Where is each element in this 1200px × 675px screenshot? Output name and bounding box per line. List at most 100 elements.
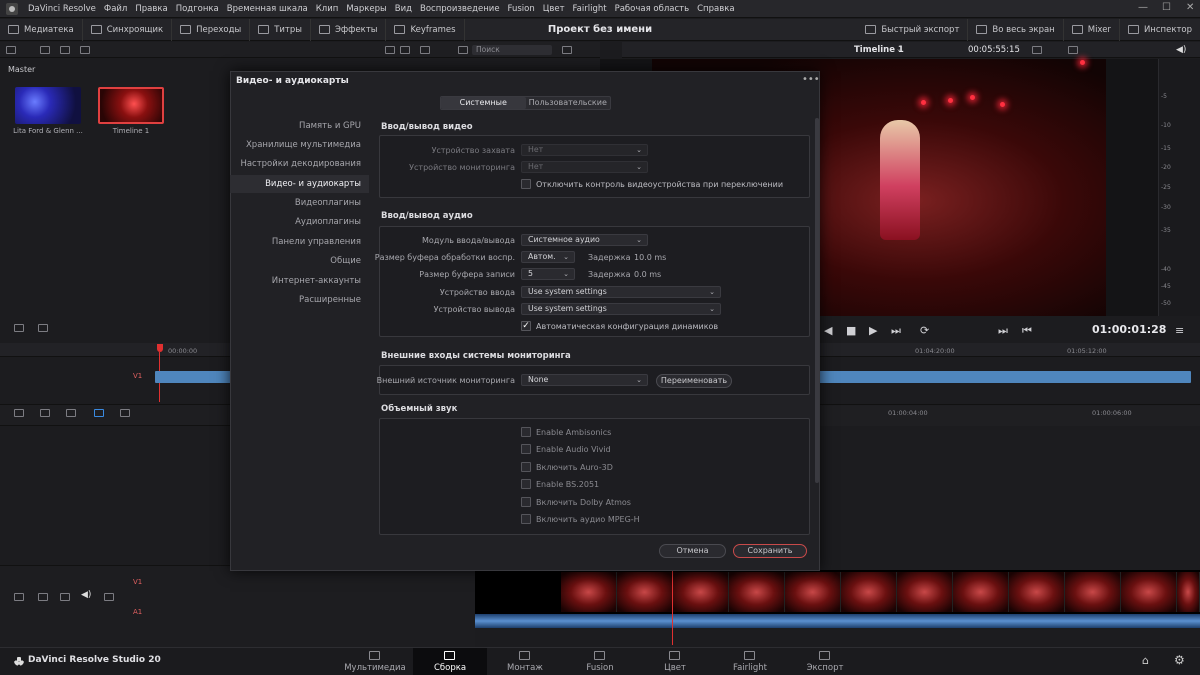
list-view-icon[interactable] — [420, 46, 430, 54]
page-cut[interactable]: Сборка — [413, 648, 487, 675]
menu-fairlight[interactable]: Fairlight — [569, 4, 611, 14]
loop-icon[interactable]: ⟳ — [920, 324, 929, 337]
input-device-select[interactable]: Use system settings ⌄ — [521, 286, 721, 298]
maximize-icon[interactable]: ☐ — [1162, 2, 1171, 13]
save-button[interactable]: Сохранить — [733, 544, 807, 558]
search-icon[interactable] — [458, 46, 468, 54]
volume-icon[interactable]: ◀) — [1176, 45, 1186, 55]
dolby-atmos-checkbox[interactable] — [521, 497, 531, 507]
chevron-down-icon[interactable]: ⌄ — [896, 45, 902, 53]
prev-edit-icon[interactable]: ⏮ — [1022, 324, 1032, 338]
menu-markers[interactable]: Маркеры — [342, 4, 390, 14]
play-reverse-icon[interactable]: ◀ — [824, 324, 832, 337]
mpeg-h-checkbox[interactable] — [521, 514, 531, 524]
cancel-button[interactable]: Отмена — [659, 544, 726, 558]
menu-help[interactable]: Справка — [693, 4, 738, 14]
auro-3d-checkbox[interactable] — [521, 462, 531, 472]
play-icon[interactable]: ▶ — [869, 324, 877, 337]
panel-toggle-icon[interactable] — [6, 46, 16, 54]
monitor-icon[interactable] — [104, 593, 114, 601]
audio-waveform[interactable] — [475, 614, 1200, 628]
menu-app-name[interactable]: DaVinci Resolve — [24, 4, 100, 14]
timeline-ruler-lower[interactable] — [820, 406, 1200, 426]
menu-clip[interactable]: Клип — [312, 4, 343, 14]
menu-icon[interactable]: ≡ — [1175, 324, 1184, 337]
menu-trim[interactable]: Подгонка — [172, 4, 223, 14]
menu-edit[interactable]: Правка — [131, 4, 171, 14]
sort-icon[interactable] — [562, 46, 572, 54]
page-edit[interactable]: Монтаж — [488, 648, 562, 675]
next-clip-icon[interactable]: ⏭ — [891, 324, 901, 338]
thumbnail-view-icon[interactable] — [400, 46, 410, 54]
timeline-thumbnail[interactable] — [98, 87, 164, 124]
headphones-icon[interactable] — [60, 593, 70, 601]
nav-video-plugins[interactable]: Видеоплагины — [295, 198, 361, 208]
tab-system[interactable]: Системные — [441, 97, 526, 109]
bs2051-checkbox[interactable] — [521, 479, 531, 489]
nav-media-storage[interactable]: Хранилище мультимедиа — [246, 140, 361, 150]
auto-speaker-checkbox[interactable]: ✓ — [521, 321, 531, 331]
link-icon[interactable] — [14, 593, 24, 601]
new-bin-icon[interactable] — [60, 46, 70, 54]
audio-vivid-checkbox[interactable] — [521, 444, 531, 454]
next-edit-icon[interactable]: ⏭ — [998, 324, 1008, 338]
mixer-button[interactable]: Mixer — [1064, 18, 1120, 41]
record-buffer-select[interactable]: 5 ⌄ — [521, 268, 575, 280]
stop-icon[interactable]: ■ — [846, 324, 856, 337]
home-icon[interactable]: ⌂ — [1142, 654, 1149, 667]
nav-memory-gpu[interactable]: Память и GPU — [299, 121, 361, 131]
menu-playback[interactable]: Воспроизведение — [416, 4, 504, 14]
menu-fusion[interactable]: Fusion — [504, 4, 539, 14]
playback-buffer-select[interactable]: Автом. ⌄ — [521, 251, 575, 263]
ambisonics-checkbox[interactable] — [521, 427, 531, 437]
import-icon[interactable] — [40, 46, 50, 54]
media-pool-button[interactable]: Медиатека — [0, 18, 83, 41]
quick-export-button[interactable]: Быстрый экспорт — [857, 18, 969, 41]
menu-color[interactable]: Цвет — [539, 4, 569, 14]
speaker-icon[interactable]: ◀) — [81, 590, 91, 600]
sync-bin-button[interactable]: Синхроящик — [83, 18, 173, 41]
snap-icon[interactable] — [120, 409, 130, 417]
capture-device-select[interactable]: Нет ⌄ — [521, 144, 648, 156]
playhead-lower[interactable] — [672, 570, 673, 645]
nav-video-audio-io[interactable]: Видео- и аудиокарты — [265, 179, 361, 189]
menu-view[interactable]: Вид — [391, 4, 416, 14]
lock-icon[interactable] — [38, 593, 48, 601]
trim-icon[interactable] — [40, 409, 50, 417]
monitor-device-select[interactable]: Нет ⌄ — [521, 161, 648, 173]
disable-video-control-checkbox[interactable] — [521, 179, 531, 189]
inspector-button[interactable]: Инспектор — [1120, 19, 1200, 41]
search-input[interactable]: Поиск — [472, 45, 552, 55]
keyframes-button[interactable]: Keyframes — [386, 18, 465, 41]
page-color[interactable]: Цвет — [638, 648, 712, 675]
nav-internet-accounts[interactable]: Интернет-аккаунты — [272, 276, 361, 286]
marker-icon[interactable] — [94, 409, 104, 417]
transitions-button[interactable]: Переходы — [172, 18, 251, 41]
razor-icon[interactable] — [66, 409, 76, 417]
page-media[interactable]: Мультимедиа — [338, 648, 412, 675]
menu-timeline[interactable]: Временная шкала — [223, 4, 312, 14]
nav-general[interactable]: Общие — [330, 256, 361, 266]
io-module-select[interactable]: Системное аудио ⌄ — [521, 234, 648, 246]
page-fairlight[interactable]: Fairlight — [713, 648, 787, 675]
tab-user[interactable]: Пользовательские — [526, 97, 611, 109]
track-tool-icon[interactable] — [38, 324, 48, 332]
close-icon[interactable]: ✕ — [1186, 2, 1194, 13]
nav-decode-options[interactable]: Настройки декодирования — [240, 159, 361, 169]
nav-advanced[interactable]: Расширенные — [299, 295, 361, 305]
dialog-options-icon[interactable]: ••• — [802, 74, 820, 85]
menu-file[interactable]: Файл — [100, 4, 131, 14]
dialog-scrollbar[interactable] — [815, 118, 819, 483]
nav-audio-plugins[interactable]: Аудиоплагины — [295, 217, 361, 227]
fullscreen-button[interactable]: Во весь экран — [968, 18, 1064, 41]
nav-control-panels[interactable]: Панели управления — [272, 237, 361, 247]
metadata-view-icon[interactable] — [385, 46, 395, 54]
page-fusion[interactable]: Fusion — [563, 648, 637, 675]
settings-gear-icon[interactable]: ⚙ — [1174, 653, 1185, 667]
output-icon[interactable] — [1068, 46, 1078, 54]
monitor-source-select[interactable]: None ⌄ — [521, 374, 648, 386]
viewer-options-icon[interactable] — [1032, 46, 1042, 54]
rename-button[interactable]: Переименовать — [656, 374, 732, 388]
track-tool-icon[interactable] — [14, 324, 24, 332]
output-device-select[interactable]: Use system settings ⌄ — [521, 303, 721, 315]
